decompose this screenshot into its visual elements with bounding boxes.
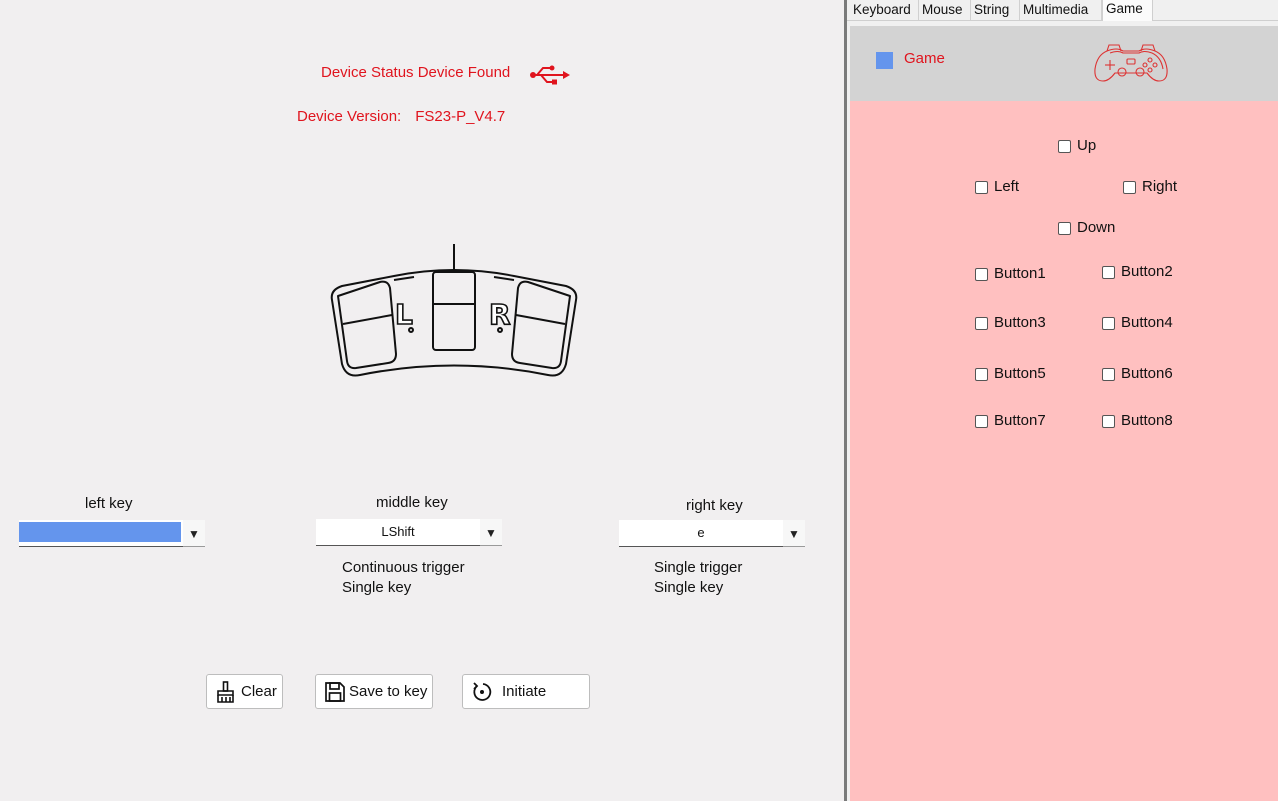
pedal-right-letter: R	[489, 298, 511, 331]
save-to-key-label: Save to key	[349, 683, 428, 700]
save-to-key-button[interactable]: Save to key	[315, 674, 433, 709]
right-pane: Keyboard Mouse String Multimedia Game Ga…	[847, 0, 1278, 801]
left-key-label: left key	[85, 495, 133, 512]
right-key-label: right key	[686, 497, 743, 514]
floppy-disk-icon	[325, 682, 345, 702]
checkbox-up-label: Up	[1077, 137, 1097, 154]
tab-mouse[interactable]: Mouse	[919, 0, 971, 20]
checkbox-box[interactable]	[1058, 140, 1071, 153]
middle-key-mode: Single key	[342, 579, 412, 596]
game-header: Game	[850, 26, 1278, 101]
checkbox-button2-label: Button2	[1121, 263, 1173, 280]
checkbox-box[interactable]	[975, 268, 988, 281]
broom-icon	[217, 681, 234, 703]
right-key-select[interactable]: e ▼	[619, 520, 805, 547]
checkbox-button6-label: Button6	[1121, 365, 1173, 382]
device-version-value: FS23-P_V4.7	[415, 108, 506, 125]
middle-key-trigger: Continuous trigger	[342, 559, 465, 576]
checkbox-button7-label: Button7	[994, 412, 1046, 429]
right-key-info: Single trigger Single key	[654, 558, 742, 598]
initiate-label: Initiate	[502, 683, 547, 700]
right-key-value: e	[619, 520, 783, 547]
checkbox-box[interactable]	[1102, 415, 1115, 428]
mode-tab-bar: Keyboard Mouse String Multimedia Game	[847, 0, 1278, 21]
checkbox-box[interactable]	[1123, 181, 1136, 194]
left-key-value	[19, 520, 183, 547]
refresh-icon	[473, 682, 492, 701]
checkbox-box[interactable]	[1102, 266, 1115, 279]
checkbox-right-label: Right	[1142, 178, 1178, 195]
game-options-panel: Up Left Right Down Button1 Button2 Butto…	[850, 101, 1278, 801]
triangle-down-icon[interactable]: ▼	[480, 519, 502, 545]
checkbox-button1-label: Button1	[994, 265, 1046, 282]
checkbox-box[interactable]	[1058, 222, 1071, 235]
right-key-mode: Single key	[654, 579, 724, 596]
checkbox-down-label: Down	[1077, 219, 1116, 236]
initiate-button[interactable]: Initiate	[462, 674, 590, 709]
checkbox-button3-label: Button3	[994, 314, 1046, 331]
device-status: Device Status Device Found	[321, 64, 510, 81]
game-title: Game	[904, 50, 945, 67]
checkbox-button4-label: Button4	[1121, 314, 1173, 331]
checkbox-box[interactable]	[975, 368, 988, 381]
left-key-select[interactable]: ▼	[19, 520, 205, 547]
device-status-label: Device Status	[321, 64, 414, 81]
triangle-down-icon[interactable]: ▼	[183, 520, 205, 546]
device-version-label: Device Version:	[297, 108, 402, 125]
triangle-down-icon[interactable]: ▼	[783, 520, 805, 546]
tab-string[interactable]: String	[971, 0, 1020, 20]
middle-key-value: LShift	[316, 519, 480, 546]
checkbox-box[interactable]	[975, 181, 988, 194]
clear-button-label: Clear	[241, 683, 277, 700]
checkbox-box[interactable]	[975, 317, 988, 330]
left-pane: Device Status Device Found Device Versio…	[0, 0, 844, 801]
pedal-left-letter: L	[395, 298, 413, 331]
right-key-trigger: Single trigger	[654, 559, 743, 576]
device-status-value: Device Found	[417, 64, 511, 81]
checkbox-box[interactable]	[1102, 317, 1115, 330]
middle-key-label: middle key	[376, 494, 448, 511]
checkbox-button5-label: Button5	[994, 365, 1046, 382]
device-version: Device Version: FS23-P_V4.7	[297, 108, 505, 125]
foot-pedal-image: L R	[330, 244, 578, 377]
checkbox-left-label: Left	[994, 178, 1020, 195]
tab-keyboard[interactable]: Keyboard	[850, 0, 919, 20]
gamepad-icon	[1094, 44, 1168, 82]
checkbox-box[interactable]	[1102, 368, 1115, 381]
checkbox-button8-label: Button8	[1121, 412, 1173, 429]
tab-multimedia[interactable]: Multimedia	[1020, 0, 1102, 20]
checkbox-box[interactable]	[975, 415, 988, 428]
tab-game[interactable]: Game	[1102, 0, 1153, 21]
usb-icon	[530, 65, 570, 85]
middle-key-info: Continuous trigger Single key	[342, 558, 465, 598]
game-color-swatch	[876, 52, 893, 69]
clear-button[interactable]: Clear	[206, 674, 283, 709]
middle-key-select[interactable]: LShift ▼	[316, 519, 502, 546]
